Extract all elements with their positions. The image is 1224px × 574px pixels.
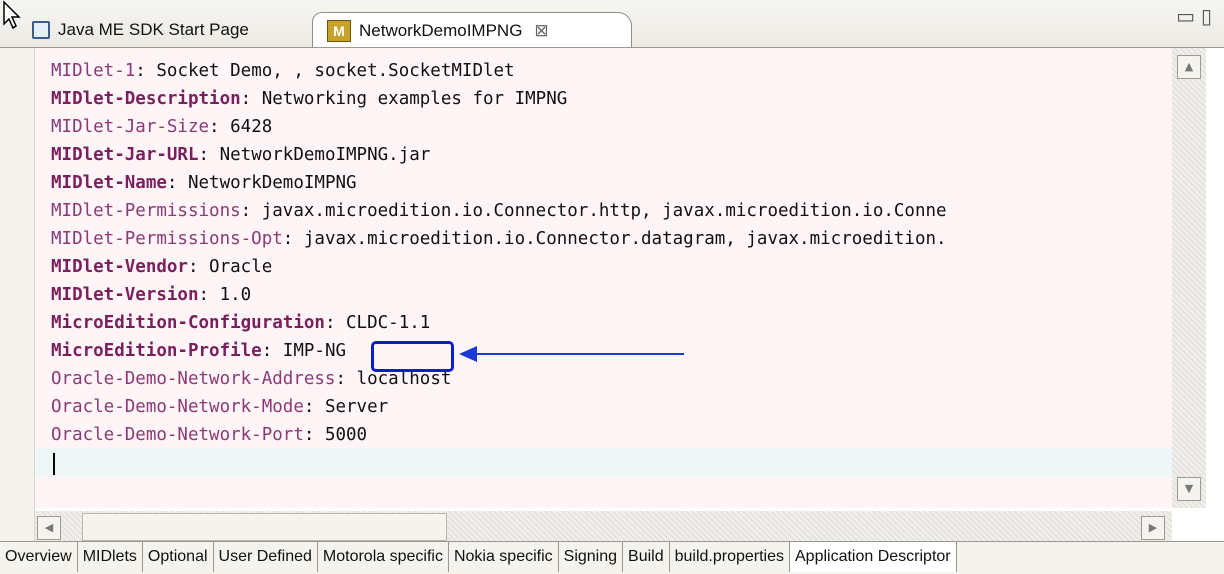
code-area[interactable]: MIDlet-1: Socket Demo, , socket.SocketMI… <box>35 48 1172 508</box>
attribute-value: 1.0 <box>219 285 252 305</box>
attribute-value: localhost <box>356 369 452 389</box>
attribute-key: Oracle-Demo-Network-Mode <box>51 397 304 417</box>
attribute-key: Oracle-Demo-Network-Address <box>51 369 336 389</box>
attribute-value: javax.microedition.io.Connector.http, ja… <box>261 201 947 221</box>
editor-gutter <box>0 48 35 543</box>
attribute-separator: : <box>240 201 262 221</box>
page-tab-overview[interactable]: Overview <box>0 542 78 572</box>
editor-page-tabs: Overview MIDlets Optional User Defined Motor… <box>0 541 1224 574</box>
horizontal-scrollbar[interactable]: ◀ ▶ <box>35 511 1172 543</box>
attribute-value: IMP-NG <box>282 341 347 361</box>
attribute-separator: : <box>135 61 157 81</box>
descriptor-line: MIDlet-Permissions-Opt: javax.microediti… <box>51 226 947 252</box>
attribute-key: MIDlet-Name <box>51 173 167 193</box>
tab-label: NetworkDemoIMPNG <box>359 21 523 40</box>
attribute-value: Socket Demo, , socket.SocketMIDlet <box>156 61 515 81</box>
maximize-icon[interactable]: ▯ <box>1201 4 1218 28</box>
window-controls: ▭▯ <box>1176 4 1218 28</box>
attribute-separator: : <box>187 257 210 277</box>
attribute-value: CLDC-1.1 <box>346 313 431 333</box>
midlet-project-icon: M <box>327 20 351 42</box>
annotation-highlight-box <box>371 341 454 372</box>
attribute-value: NetworkDemoIMPNG.jar <box>219 145 431 165</box>
scroll-right-button[interactable]: ▶ <box>1141 516 1165 540</box>
attribute-separator: : <box>303 425 325 445</box>
attribute-separator: : <box>282 229 304 249</box>
page-tab-signing[interactable]: Signing <box>559 542 624 572</box>
attribute-key: MIDlet-Permissions-Opt <box>51 229 283 249</box>
start-page-icon <box>32 21 50 39</box>
attribute-separator: : <box>324 313 347 333</box>
descriptor-line: MIDlet-Name: NetworkDemoIMPNG <box>51 170 357 196</box>
descriptor-editor: MIDlet-1: Socket Demo, , socket.SocketMI… <box>0 48 1224 543</box>
attribute-value: Oracle <box>209 257 273 277</box>
attribute-key: MIDlet-1 <box>51 61 136 81</box>
attribute-value: Networking examples for IMPNG <box>261 89 568 109</box>
descriptor-line: MIDlet-Version: 1.0 <box>51 282 251 308</box>
attribute-value: javax.microedition.io.Connector.datagram… <box>303 229 947 249</box>
scroll-down-button[interactable]: ▼ <box>1177 477 1201 501</box>
descriptor-line: MIDlet-1: Socket Demo, , socket.SocketMI… <box>51 58 515 84</box>
attribute-separator: : <box>303 397 325 417</box>
page-tab-midlets[interactable]: MIDlets <box>78 542 143 572</box>
descriptor-line: MIDlet-Jar-Size: 6428 <box>51 114 272 140</box>
attribute-key: Oracle-Demo-Network-Port <box>51 425 304 445</box>
attribute-separator: : <box>198 285 220 305</box>
descriptor-line: MIDlet-Permissions: javax.microedition.i… <box>51 198 947 224</box>
vertical-scrollbar[interactable]: ▲ ▼ <box>1172 48 1206 508</box>
attribute-separator: : <box>335 369 357 389</box>
current-line-highlight <box>35 448 1172 477</box>
page-tab-optional[interactable]: Optional <box>143 542 214 572</box>
attribute-key: MIDlet-Jar-URL <box>51 145 199 165</box>
annotation-arrow-line <box>475 353 684 355</box>
descriptor-line: MicroEdition-Profile: IMP-NG <box>51 338 346 364</box>
attribute-key: MIDlet-Vendor <box>51 257 188 277</box>
attribute-separator: : <box>261 341 283 361</box>
close-icon[interactable]: ⊠ <box>534 21 548 41</box>
page-tab-motorola-specific[interactable]: Motorola specific <box>318 542 449 572</box>
editor-tab-bar: Java ME SDK Start Page M NetworkDemoIMPN… <box>0 0 1224 49</box>
descriptor-line: Oracle-Demo-Network-Port: 5000 <box>51 422 367 448</box>
tab-networkdemoimpng[interactable]: M NetworkDemoIMPNG ⊠ <box>312 12 632 49</box>
page-tab-build[interactable]: Build <box>623 542 670 572</box>
attribute-separator: : <box>166 173 188 193</box>
tab-java-me-sdk-start-page[interactable]: Java ME SDK Start Page <box>8 13 304 47</box>
attribute-separator: : <box>209 117 231 137</box>
attribute-value: 5000 <box>324 425 368 445</box>
page-tab-application-descriptor[interactable]: Application Descriptor <box>790 542 957 572</box>
minimize-icon[interactable]: ▭ <box>1176 4 1201 28</box>
descriptor-line: MicroEdition-Configuration: CLDC-1.1 <box>51 310 430 336</box>
attribute-key: MIDlet-Jar-Size <box>51 117 210 137</box>
page-tab-user-defined[interactable]: User Defined <box>214 542 318 572</box>
descriptor-line: Oracle-Demo-Network-Mode: Server <box>51 394 388 420</box>
attribute-value: 6428 <box>230 117 273 137</box>
attribute-value: NetworkDemoIMPNG <box>187 173 357 193</box>
tab-label: Java ME SDK Start Page <box>58 20 249 39</box>
attribute-key: MicroEdition-Configuration <box>51 313 325 333</box>
descriptor-line: MIDlet-Vendor: Oracle <box>51 254 272 280</box>
page-tab-nokia-specific[interactable]: Nokia specific <box>449 542 559 572</box>
attribute-separator: : <box>240 89 262 109</box>
attribute-value: Server <box>324 397 389 417</box>
horizontal-scroll-thumb[interactable] <box>82 513 447 541</box>
page-tab-build-properties[interactable]: build.properties <box>670 542 790 572</box>
attribute-key: MIDlet-Version <box>51 285 199 305</box>
attribute-key: MicroEdition-Profile <box>51 341 262 361</box>
attribute-key: MIDlet-Permissions <box>51 201 241 221</box>
descriptor-line: MIDlet-Jar-URL: NetworkDemoIMPNG.jar <box>51 142 430 168</box>
attribute-key: MIDlet-Description <box>51 89 241 109</box>
scroll-left-button[interactable]: ◀ <box>37 516 61 540</box>
text-caret <box>53 453 55 475</box>
descriptor-line: MIDlet-Description: Networking examples … <box>51 86 567 112</box>
scroll-up-button[interactable]: ▲ <box>1177 55 1201 79</box>
attribute-separator: : <box>198 145 220 165</box>
